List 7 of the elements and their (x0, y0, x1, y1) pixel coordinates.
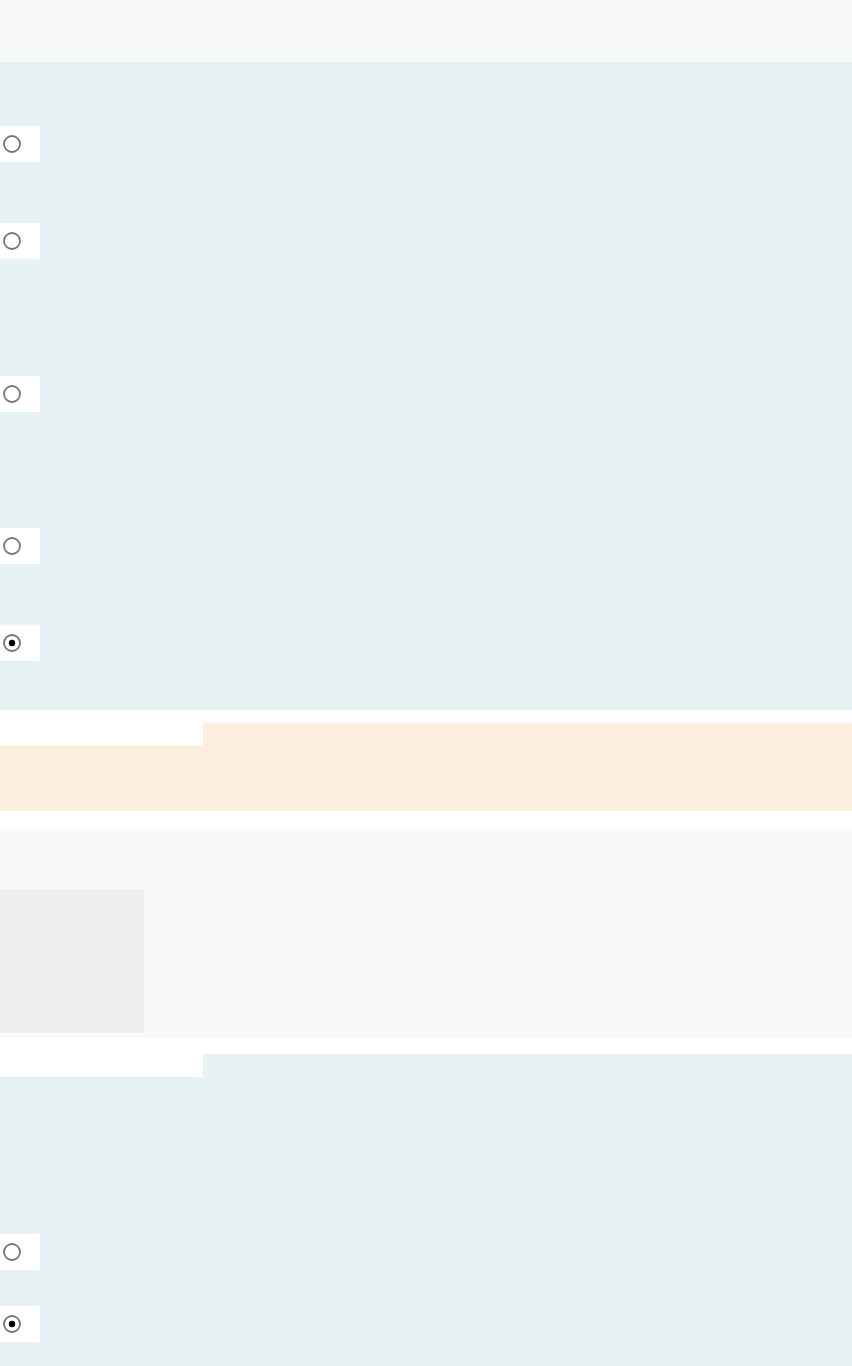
radio-button[interactable] (1, 1313, 23, 1335)
radio-button[interactable] (1, 230, 23, 252)
radio-button[interactable] (1, 383, 23, 405)
radio-button[interactable] (1, 133, 23, 155)
radio-button[interactable] (1, 632, 23, 654)
radio-button[interactable] (1, 1241, 23, 1263)
radio-button[interactable] (1, 535, 23, 557)
